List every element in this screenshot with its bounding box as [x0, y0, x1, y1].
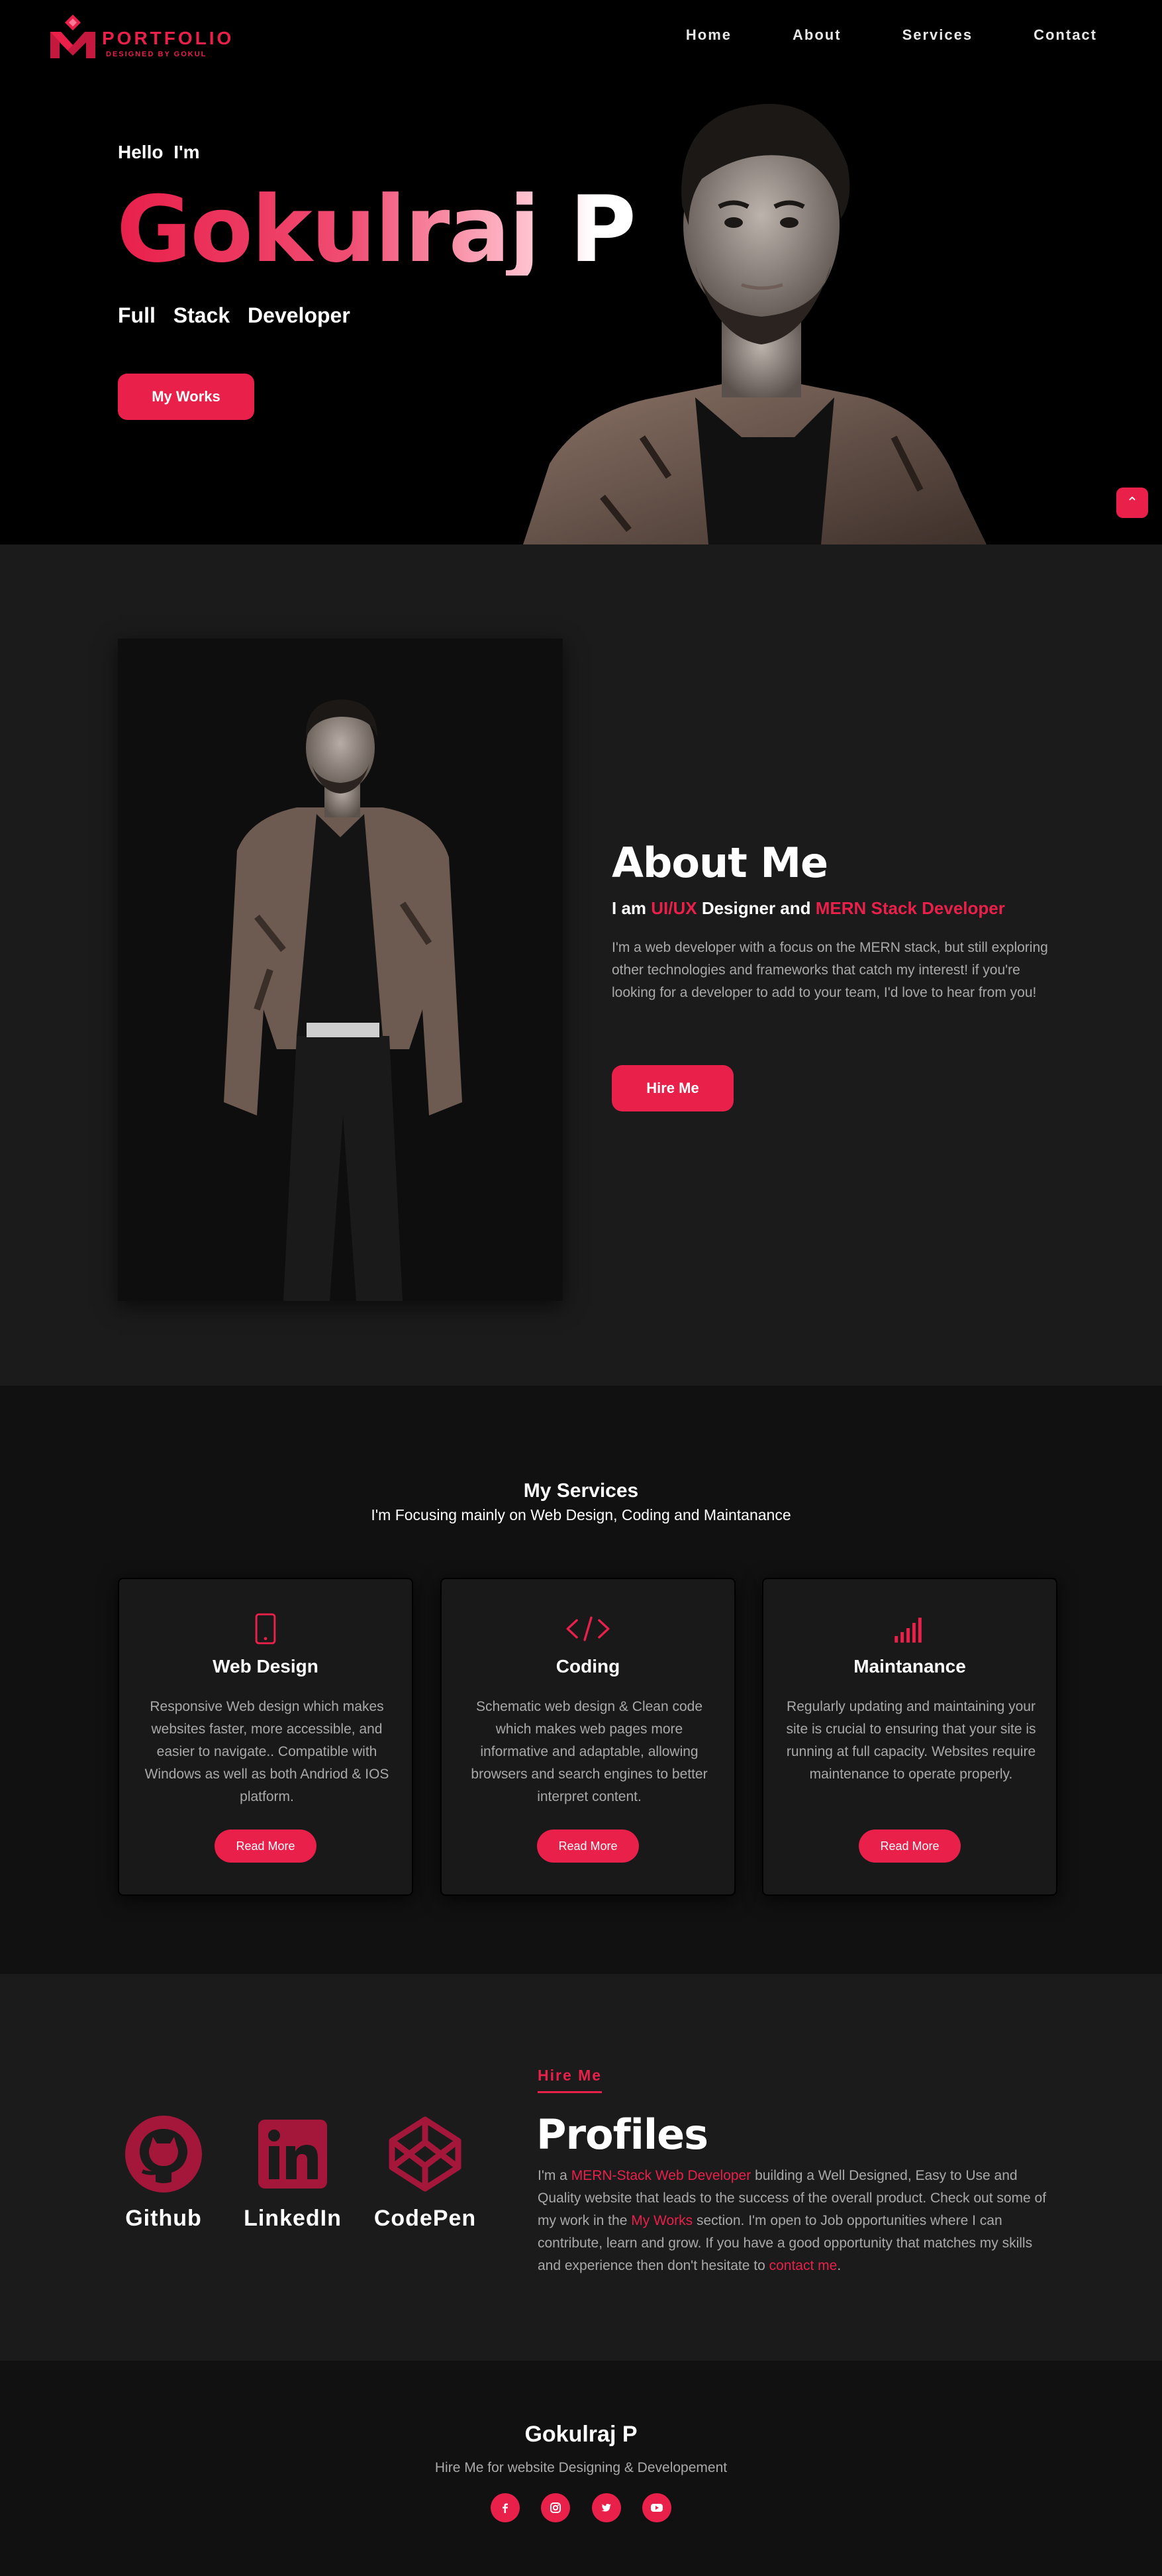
services-subtitle: I'm Focusing mainly on Web Design, Codin… [371, 1506, 791, 1523]
brand-tagline: DESIGNED BY GOKUL [106, 50, 207, 58]
twitter-icon[interactable] [591, 2493, 621, 2522]
instagram-icon[interactable] [541, 2493, 571, 2522]
signal-icon [895, 1618, 922, 1643]
code-icon [566, 1616, 610, 1641]
about-title: About Me [612, 839, 828, 887]
profile-label: Github [125, 2206, 202, 2231]
nav-item-contact[interactable]: Contact [1034, 26, 1097, 44]
about-subtitle-uiux: UI/UX [651, 898, 697, 918]
about-subtitle-mern: MERN Stack Developer [815, 898, 1005, 918]
codepen-icon [389, 2116, 461, 2192]
service-card-title: Coding [556, 1656, 620, 1676]
service-card-text: Regularly updating and maintaining your … [786, 1699, 1036, 1782]
contact-me-link[interactable]: contact me [769, 2258, 838, 2273]
read-more-button[interactable]: Read More [537, 1829, 639, 1863]
profile-label: CodePen [373, 2206, 477, 2231]
service-card-maintanance: Maintanance Regularly updating and maint… [762, 1578, 1057, 1896]
hire-me-button[interactable]: Hire Me [612, 1065, 734, 1111]
chevron-up-icon: ⌃ [1126, 494, 1139, 511]
about-portrait-image [224, 699, 462, 1301]
main-nav: Home About Services Contact [625, 26, 1097, 44]
service-card-coding: Coding Schematic web design & Clean code… [440, 1578, 736, 1896]
services-title: My Services [523, 1480, 639, 1502]
my-works-link[interactable]: My Works [631, 2213, 693, 2228]
footer-name: Gokulraj P [524, 2422, 638, 2447]
about-description: I'm a web developer with a focus on the … [612, 940, 1048, 1000]
profiles-description: I'm a MERN-Stack Web Developer building … [538, 2165, 1054, 2277]
profile-link-github[interactable]: Github [107, 2113, 220, 2232]
brand-name: PORTFOLIO [102, 28, 234, 48]
facebook-icon[interactable] [490, 2493, 520, 2522]
scroll-to-top-button[interactable]: ⌃ [1116, 488, 1148, 518]
profile-label: LinkedIn [244, 2206, 342, 2231]
hero-section: PORTFOLIO DESIGNED BY GOKUL Home About S… [0, 0, 1162, 544]
about-photo-frame [118, 639, 563, 1301]
mobile-icon [255, 1613, 276, 1645]
service-card-web-design: Web Design Responsive Web design which m… [118, 1578, 413, 1896]
hero-portrait-image [523, 103, 987, 544]
profiles-text-part: I'm a [538, 2168, 571, 2183]
footer: Gokulraj P Hire Me for website Designing… [0, 2361, 1162, 2576]
about-subtitle-mid: Designer and [697, 898, 816, 918]
profile-link-codepen[interactable]: CodePen [369, 2113, 481, 2232]
youtube-icon[interactable] [642, 2493, 672, 2522]
hero-greeting: Hello I'm [118, 142, 200, 162]
hire-me-tag: Hire Me [538, 2067, 603, 2093]
nav-item-about[interactable]: About [793, 26, 842, 44]
profiles-highlight-mern: MERN-Stack Web Developer [571, 2168, 751, 2183]
about-section: About Me I am UI/UX Designer and MERN St… [0, 544, 1162, 1386]
footer-social-icons [0, 2493, 1162, 2522]
hero-role: Full Stack Developer [118, 303, 350, 327]
read-more-button[interactable]: Read More [859, 1829, 961, 1863]
nav-item-home[interactable]: Home [686, 26, 732, 44]
linkedin-icon [258, 2120, 327, 2189]
profiles-text-part: . [837, 2258, 842, 2273]
services-section: My Services I'm Focusing mainly on Web D… [0, 1386, 1162, 1974]
logo-mark-icon [50, 15, 95, 58]
service-card-title: Maintanance [853, 1656, 966, 1676]
about-subtitle: I am UI/UX Designer and MERN Stack Devel… [612, 898, 1005, 919]
profiles-section: Github LinkedIn CodePen Hire Me Profiles… [0, 1974, 1162, 2361]
read-more-button[interactable]: Read More [215, 1829, 316, 1863]
my-works-button[interactable]: My Works [118, 374, 254, 420]
profile-link-linkedin[interactable]: LinkedIn [236, 2113, 349, 2232]
nav-item-services[interactable]: Services [902, 26, 973, 44]
brand-logo[interactable]: PORTFOLIO DESIGNED BY GOKUL [48, 12, 231, 61]
service-card-text: Schematic web design & Clean code which … [471, 1699, 708, 1804]
profiles-title: Profiles [536, 2110, 708, 2159]
github-icon [125, 2116, 202, 2192]
footer-subtitle: Hire Me for website Designing & Develope… [434, 2460, 728, 2475]
service-card-text: Responsive Web design which makes websit… [144, 1699, 389, 1804]
service-card-title: Web Design [213, 1656, 318, 1676]
about-subtitle-prefix: I am [612, 898, 652, 918]
